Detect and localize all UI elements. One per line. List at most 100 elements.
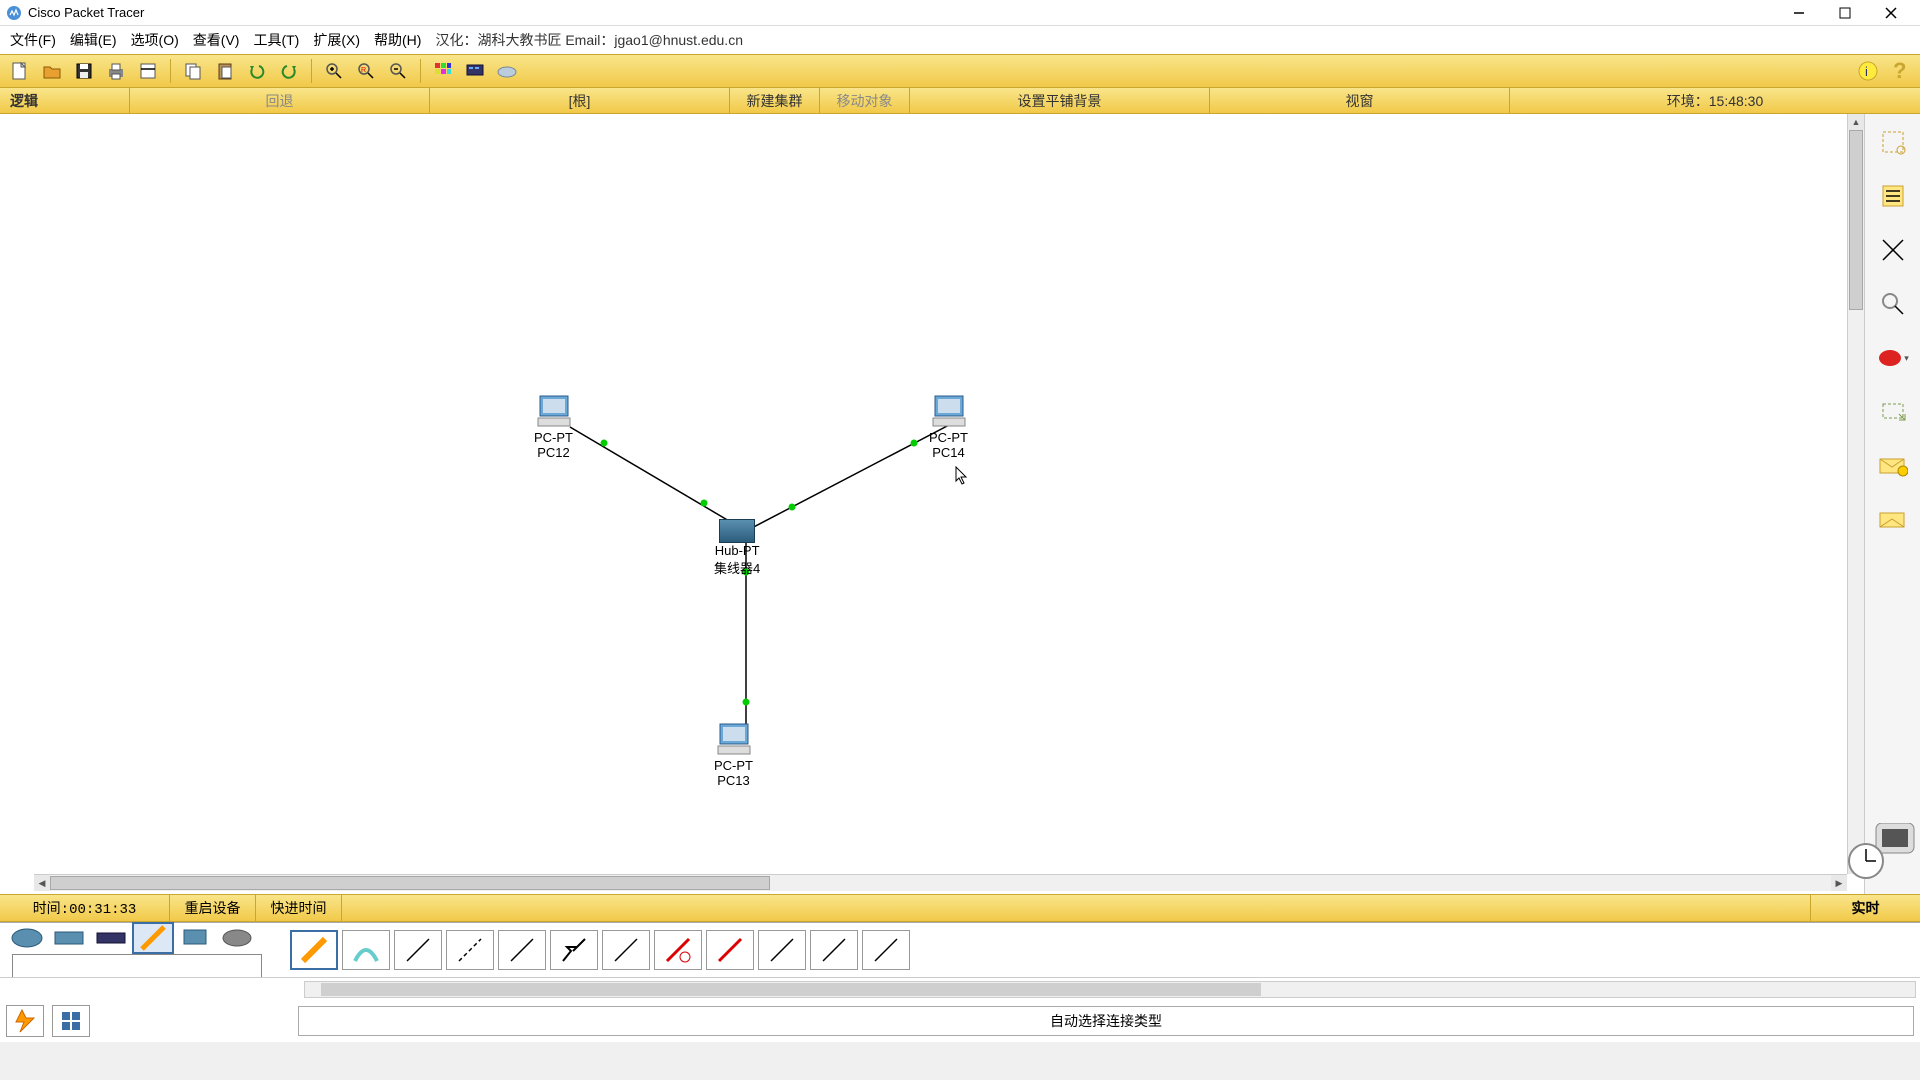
- device-hub[interactable]: Hub-PT 集线器4: [714, 519, 760, 577]
- category-connections[interactable]: [132, 922, 174, 954]
- svg-text:?: ?: [1893, 58, 1906, 83]
- draw-ellipse-tool[interactable]: ▾: [1875, 340, 1911, 376]
- print-button[interactable]: [102, 57, 130, 85]
- connection-straight[interactable]: [394, 930, 442, 970]
- save-button[interactable]: [70, 57, 98, 85]
- fast-forward-button[interactable]: 快进时间: [256, 895, 342, 921]
- topology-canvas[interactable]: PC-PT PC12 PC-PT PC14 Hub-PT 集线器4 PC-PT …: [34, 114, 1850, 874]
- menu-edit[interactable]: 编辑(E): [70, 30, 117, 50]
- set-background-button[interactable]: 设置平铺背景: [910, 88, 1210, 113]
- zoom-reset-button[interactable]: R: [352, 57, 380, 85]
- mouse-cursor: [955, 466, 967, 484]
- category-switch[interactable]: [48, 922, 90, 954]
- horizontal-scrollbar[interactable]: ◀ ▶: [34, 874, 1847, 891]
- connection-coax[interactable]: [602, 930, 650, 970]
- connection-fiber[interactable]: [498, 930, 546, 970]
- zoom-in-button[interactable]: [320, 57, 348, 85]
- menu-view[interactable]: 查看(V): [193, 30, 240, 50]
- device-pc14[interactable]: PC-PT PC14: [929, 394, 968, 460]
- category-hub[interactable]: [90, 922, 132, 954]
- delete-tool[interactable]: [1875, 232, 1911, 268]
- connection-serial-dte[interactable]: [706, 930, 754, 970]
- cloud-button[interactable]: [493, 57, 521, 85]
- close-button[interactable]: [1868, 1, 1914, 25]
- mode-grid-button[interactable]: [52, 1005, 90, 1037]
- menu-extensions[interactable]: 扩展(X): [313, 30, 360, 50]
- menu-file[interactable]: 文件(F): [10, 30, 56, 50]
- help-button[interactable]: ?: [1886, 57, 1914, 85]
- move-object-button[interactable]: 移动对象: [820, 88, 910, 113]
- svg-text:i: i: [1865, 64, 1868, 79]
- device-name-label: PC14: [929, 445, 968, 460]
- device-type-label: PC-PT: [929, 430, 968, 445]
- device-dialog-button[interactable]: [461, 57, 489, 85]
- menu-help[interactable]: 帮助(H): [374, 30, 421, 50]
- connection-crossover[interactable]: [446, 930, 494, 970]
- device-hscroll[interactable]: [304, 981, 1916, 998]
- logical-tab[interactable]: 逻辑: [0, 88, 130, 113]
- palette-button[interactable]: [429, 57, 457, 85]
- device-pc12[interactable]: PC-PT PC12: [534, 394, 573, 460]
- root-label[interactable]: [根]: [430, 88, 730, 113]
- open-file-button[interactable]: [38, 57, 66, 85]
- connection-usb[interactable]: [862, 930, 910, 970]
- paste-button[interactable]: [211, 57, 239, 85]
- app-icon: [6, 5, 22, 21]
- copy-button[interactable]: [179, 57, 207, 85]
- scroll-up-button[interactable]: ▲: [1848, 114, 1864, 130]
- inspect-tool[interactable]: [1875, 286, 1911, 322]
- undo-button[interactable]: [243, 57, 271, 85]
- connection-octal[interactable]: [758, 930, 806, 970]
- simple-pdu-tool[interactable]: [1875, 448, 1911, 484]
- scroll-thumb[interactable]: [321, 983, 1261, 996]
- select-tool[interactable]: [1875, 124, 1911, 160]
- viewport-button[interactable]: 视窗: [1210, 88, 1510, 113]
- info-button[interactable]: i: [1854, 57, 1882, 85]
- pc-icon: [716, 722, 752, 758]
- environment-label[interactable]: 环境：15:48:30: [1510, 88, 1920, 113]
- category-wan[interactable]: [216, 922, 258, 954]
- realtime-toggle[interactable]: [1846, 823, 1916, 886]
- device-type-label: PC-PT: [714, 758, 753, 773]
- link-status-dot: [601, 440, 608, 447]
- window-title: Cisco Packet Tracer: [28, 5, 1776, 20]
- connection-serial-dce[interactable]: [654, 930, 702, 970]
- menu-options[interactable]: 选项(O): [131, 30, 179, 50]
- complex-pdu-tool[interactable]: [1875, 502, 1911, 538]
- vertical-scrollbar[interactable]: ▲ ▼: [1847, 114, 1864, 874]
- connection-phone[interactable]: [550, 930, 598, 970]
- realtime-mode-label[interactable]: 实时: [1810, 895, 1920, 921]
- device-filter-input[interactable]: [12, 954, 262, 978]
- restart-devices-button[interactable]: 重启设备: [170, 895, 256, 921]
- minimize-button[interactable]: [1776, 1, 1822, 25]
- device-pc13[interactable]: PC-PT PC13: [714, 722, 753, 788]
- mode-lightning-button[interactable]: [6, 1005, 44, 1037]
- connection-console[interactable]: [342, 930, 390, 970]
- device-name-label: PC13: [714, 773, 753, 788]
- workspace[interactable]: PC-PT PC12 PC-PT PC14 Hub-PT 集线器4 PC-PT …: [0, 114, 1920, 894]
- category-enddevices[interactable]: [174, 922, 216, 954]
- category-router[interactable]: [6, 922, 48, 954]
- device-scroll-row: [0, 977, 1920, 1001]
- scroll-left-button[interactable]: ◀: [34, 875, 50, 891]
- pc-icon: [536, 394, 572, 430]
- scroll-thumb[interactable]: [50, 876, 770, 890]
- device-categories-row: [0, 923, 1920, 977]
- scroll-right-button[interactable]: ▶: [1831, 875, 1847, 891]
- zoom-out-button[interactable]: [384, 57, 412, 85]
- back-button[interactable]: 回退: [130, 88, 430, 113]
- wizard-button[interactable]: [134, 57, 162, 85]
- menu-bar: 文件(F) 编辑(E) 选项(O) 查看(V) 工具(T) 扩展(X) 帮助(H…: [0, 26, 1920, 54]
- new-file-button[interactable]: [6, 57, 34, 85]
- new-cluster-button[interactable]: 新建集群: [730, 88, 820, 113]
- right-toolbar: ▾: [1864, 114, 1920, 894]
- connection-description: 自动选择连接类型: [298, 1006, 1914, 1036]
- redo-button[interactable]: [275, 57, 303, 85]
- resize-tool[interactable]: [1875, 394, 1911, 430]
- scroll-thumb[interactable]: [1849, 130, 1863, 310]
- menu-tools[interactable]: 工具(T): [253, 30, 299, 50]
- note-tool[interactable]: [1875, 178, 1911, 214]
- maximize-button[interactable]: [1822, 1, 1868, 25]
- connection-iot[interactable]: [810, 930, 858, 970]
- connection-auto[interactable]: [290, 930, 338, 970]
